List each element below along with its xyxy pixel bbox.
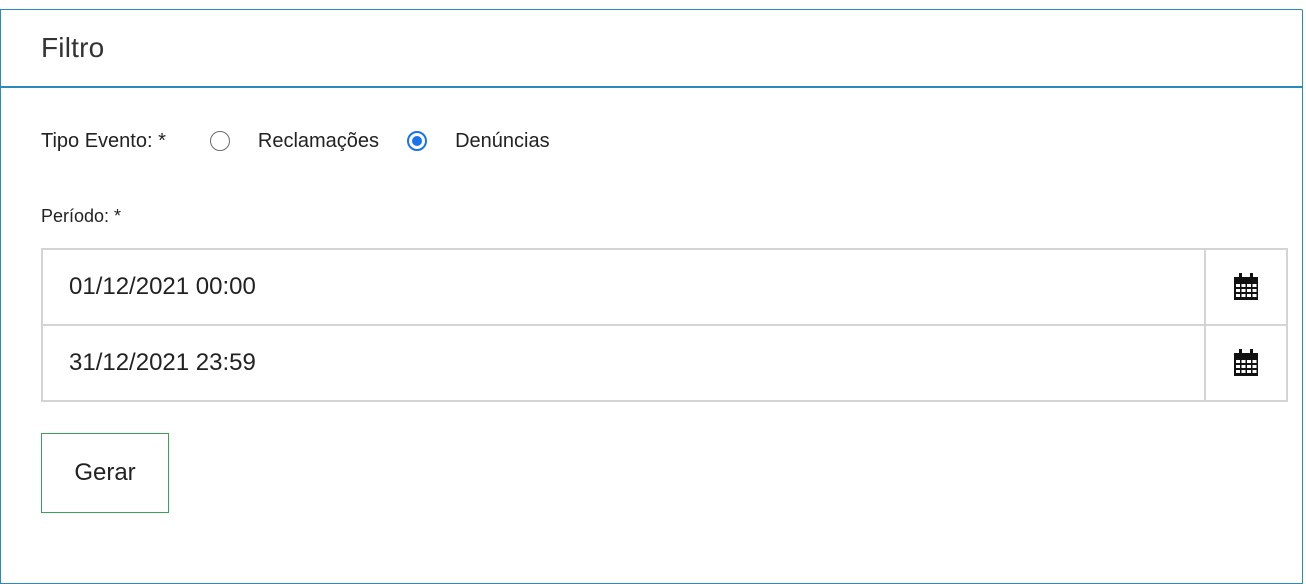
calendar-icon — [1234, 273, 1258, 300]
radio-denuncias-label: Denúncias — [455, 129, 550, 152]
tipo-evento-label: Tipo Evento: * — [41, 129, 166, 152]
panel-title: Filtro — [41, 32, 105, 63]
calendar-icon — [1234, 349, 1258, 376]
start-date-input[interactable] — [43, 250, 1204, 324]
radio-denuncias-circle[interactable] — [407, 131, 428, 151]
gerar-button[interactable]: Gerar — [41, 433, 169, 513]
filter-panel: Filtro Tipo Evento: * Reclamações Denúnc… — [0, 9, 1303, 584]
radio-denuncias[interactable]: Denúncias — [407, 130, 550, 153]
panel-header: Filtro — [1, 10, 1302, 88]
radio-reclamacoes-label: Reclamações — [257, 129, 380, 152]
radio-reclamacoes-circle[interactable] — [209, 131, 230, 151]
periodo-label: Período: * — [41, 206, 122, 226]
start-date-group — [41, 248, 1288, 326]
tipo-evento-row: Tipo Evento: * Reclamações Denúncias — [41, 126, 578, 156]
end-date-group — [41, 324, 1288, 402]
end-date-input[interactable] — [43, 326, 1204, 400]
radio-reclamacoes[interactable]: Reclamações — [209, 129, 380, 153]
end-date-calendar-button[interactable] — [1204, 326, 1286, 400]
start-date-calendar-button[interactable] — [1204, 250, 1286, 324]
